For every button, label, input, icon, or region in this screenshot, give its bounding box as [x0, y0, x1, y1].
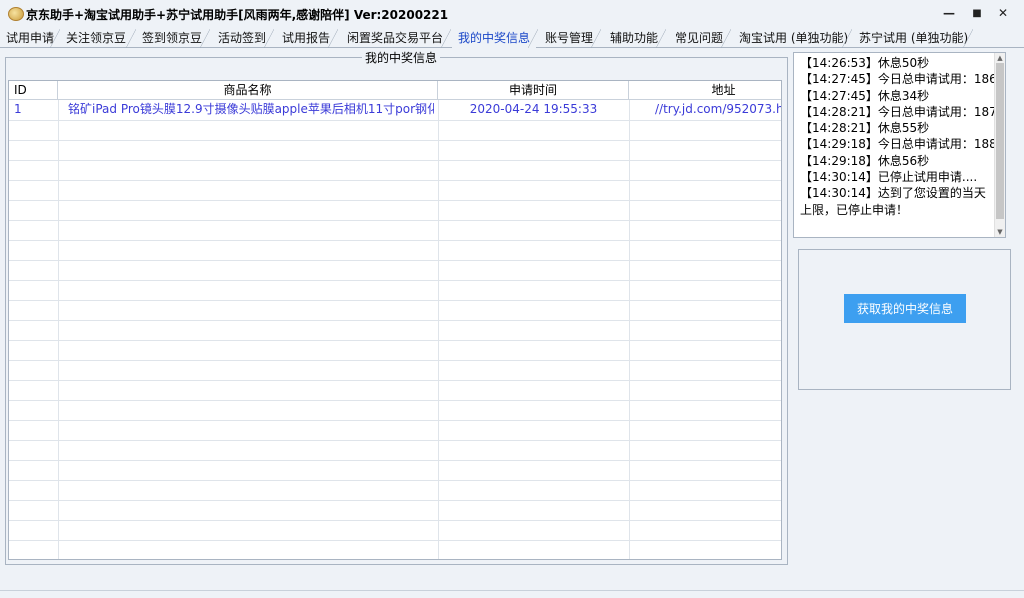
- fetch-winnings-button[interactable]: 获取我的中奖信息: [844, 294, 966, 323]
- row-divider: [9, 380, 781, 381]
- row-divider: [9, 400, 781, 401]
- window-title: 京东助手+淘宝试用助手+苏宁试用助手[风雨两年,感谢陪伴] Ver:202002…: [26, 8, 449, 22]
- tab-follow-beans[interactable]: 关注领京豆: [60, 29, 136, 48]
- row-divider: [9, 360, 781, 361]
- log-entry: 【14:30:14】达到了您设置的当天上限，已停止申请！: [800, 186, 986, 217]
- window-bottom-edge: [0, 590, 1024, 598]
- scroll-down-icon[interactable]: ▼: [995, 227, 1005, 237]
- row-divider: [9, 120, 781, 121]
- log-entry: 【14:30:14】已停止试用申请....: [800, 170, 978, 185]
- column-divider: [438, 100, 439, 559]
- column-header-product[interactable]: 商品名称: [58, 81, 438, 100]
- row-divider: [9, 440, 781, 441]
- tab-activity-signin[interactable]: 活动签到: [212, 29, 274, 48]
- row-divider: [9, 180, 781, 181]
- row-divider: [9, 320, 781, 321]
- cell-time: 2020-04-24 19:55:33: [469, 102, 598, 116]
- tab-suning-trial[interactable]: 苏宁试用 (单独功能): [853, 29, 973, 48]
- tab-account[interactable]: 账号管理: [539, 29, 601, 48]
- tab-trial-apply[interactable]: 试用申请: [0, 29, 60, 48]
- row-divider: [9, 260, 781, 261]
- winnings-table[interactable]: ID 商品名称 申请时间 地址 1 铭矿iPad Pro镜头膜12.9寸摄像头贴…: [8, 80, 782, 560]
- column-header-time[interactable]: 申请时间: [438, 81, 629, 100]
- cell-product: 铭矿iPad Pro镜头膜12.9寸摄像头贴膜apple苹果后相机11寸por钢…: [68, 102, 434, 116]
- log-entry: 【14:27:45】今日总申请试用：186: [800, 72, 997, 87]
- row-divider: [9, 460, 781, 461]
- tab-auxiliary[interactable]: 辅助功能: [604, 29, 666, 48]
- log-entry: 【14:29:18】今日总申请试用：188: [800, 137, 997, 152]
- scrollbar-thumb[interactable]: [996, 63, 1004, 219]
- log-panel[interactable]: 【14:26:53】休息50秒 【14:27:45】今日总申请试用：186 【1…: [793, 52, 1006, 238]
- row-divider: [9, 280, 781, 281]
- row-divider: [9, 420, 781, 421]
- row-divider: [9, 220, 781, 221]
- log-entry: 【14:28:21】今日总申请试用：187: [800, 104, 997, 119]
- app-logo-icon: [8, 7, 24, 21]
- column-header-address[interactable]: 地址: [629, 81, 781, 100]
- log-entry: 【14:27:45】休息34秒: [800, 88, 930, 103]
- tab-trial-report[interactable]: 试用报告: [276, 29, 338, 48]
- minimize-icon[interactable]: —: [938, 4, 960, 22]
- action-panel: 获取我的中奖信息: [798, 249, 1011, 390]
- row-divider: [9, 500, 781, 501]
- log-entry: 【14:26:53】休息50秒: [800, 56, 930, 70]
- row-divider: [9, 240, 781, 241]
- log-entry: 【14:29:18】休息56秒: [800, 153, 930, 168]
- row-divider: [9, 340, 781, 341]
- row-divider: [9, 540, 781, 541]
- log-scrollbar[interactable]: ▲ ▼: [994, 53, 1005, 237]
- log-list: 【14:26:53】休息50秒 【14:27:45】今日总申请试用：186 【1…: [800, 55, 997, 218]
- column-divider: [629, 100, 630, 559]
- cell-address: //try.jd.com/952073.htm: [655, 102, 781, 116]
- row-divider: [9, 520, 781, 521]
- tab-faq[interactable]: 常见问题: [669, 29, 731, 48]
- tab-my-winnings[interactable]: 我的中奖信息: [452, 29, 538, 48]
- tab-bar: 试用申请 关注领京豆 签到领京豆 活动签到 试用报告 闲置奖品交易平台 我的中奖…: [0, 28, 1024, 48]
- title-bar: 京东助手+淘宝试用助手+苏宁试用助手[风雨两年,感谢陪伴] Ver:202002…: [0, 0, 1024, 28]
- tab-signin-beans[interactable]: 签到领京豆: [136, 29, 210, 48]
- row-divider: [9, 200, 781, 201]
- cell-id: 1: [14, 102, 22, 116]
- group-title: 我的中奖信息: [362, 49, 441, 66]
- log-entry: 【14:28:21】休息55秒: [800, 121, 930, 136]
- maximize-icon[interactable]: ■: [966, 4, 988, 22]
- row-divider: [9, 160, 781, 161]
- row-divider: [9, 140, 781, 141]
- close-icon[interactable]: ✕: [992, 4, 1014, 22]
- scroll-up-icon[interactable]: ▲: [995, 53, 1005, 63]
- tab-taobao-trial[interactable]: 淘宝试用 (单独功能): [733, 29, 852, 48]
- row-divider: [9, 300, 781, 301]
- column-divider: [58, 100, 59, 559]
- column-header-id[interactable]: ID: [9, 81, 58, 100]
- table-header: ID 商品名称 申请时间 地址: [9, 81, 781, 100]
- tab-idle-trade[interactable]: 闲置奖品交易平台: [341, 29, 451, 48]
- row-divider: [9, 480, 781, 481]
